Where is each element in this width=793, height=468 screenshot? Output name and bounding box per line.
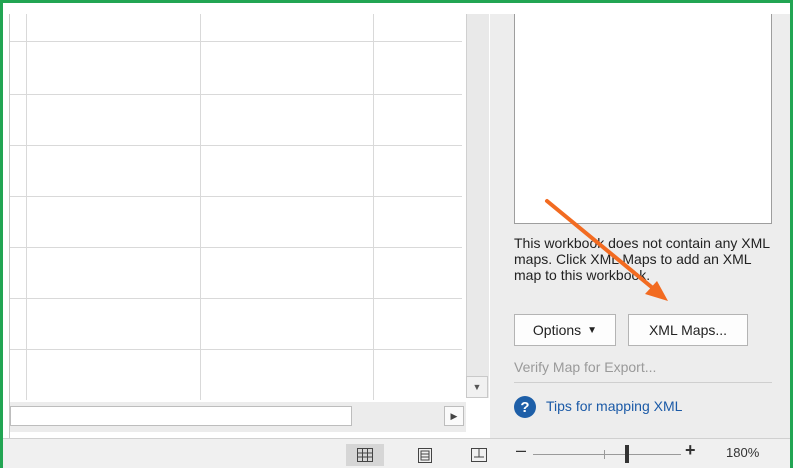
zoom-level[interactable]: 180% [726,445,759,460]
grid-row-line [10,94,462,95]
zoom-slider-midpoint [604,450,605,459]
xml-maps-list[interactable] [514,14,772,224]
no-maps-message: This workbook does not contain any XML m… [514,235,770,283]
horizontal-scrollbar[interactable] [10,406,352,426]
grid-row-line [10,349,462,350]
help-icon[interactable]: ? [514,396,536,418]
grid-column-line [26,14,27,400]
grid-row-line [10,41,462,42]
zoom-in-button[interactable]: + [685,440,696,461]
scroll-right-button[interactable]: ▶ [444,406,464,426]
tips-link[interactable]: Tips for mapping XML [546,398,682,414]
zoom-out-button[interactable]: – [516,440,526,461]
vertical-scrollbar[interactable] [466,14,489,398]
grid-row-line [10,145,462,146]
xml-maps-button[interactable]: XML Maps... [628,314,748,346]
pane-divider [514,382,772,383]
normal-view-button[interactable] [346,444,384,466]
worksheet-grid[interactable] [10,14,462,400]
options-button[interactable]: Options ▼ [514,314,616,346]
page-break-icon [471,448,487,462]
options-button-label: Options [532,322,582,338]
grid-row-line [10,247,462,248]
zoom-slider-thumb[interactable] [625,445,629,463]
page-break-preview-button[interactable] [466,444,492,466]
grid-row-line [10,298,462,299]
xml-maps-button-label: XML Maps... [648,322,728,338]
page-layout-view-button[interactable] [412,444,438,466]
triangle-down-icon: ▼ [472,382,482,392]
grid-column-line [373,14,374,400]
grid-row-line [10,196,462,197]
caret-down-icon: ▼ [587,324,598,336]
zoom-slider[interactable] [533,454,681,455]
page-layout-icon [418,447,432,463]
grid-column-line [200,14,201,400]
status-bar [3,438,790,468]
triangle-right-icon: ▶ [450,410,458,421]
grid-view-icon [357,448,373,462]
scroll-down-button[interactable]: ▼ [466,376,488,398]
verify-map-link[interactable]: Verify Map for Export... [514,359,656,375]
